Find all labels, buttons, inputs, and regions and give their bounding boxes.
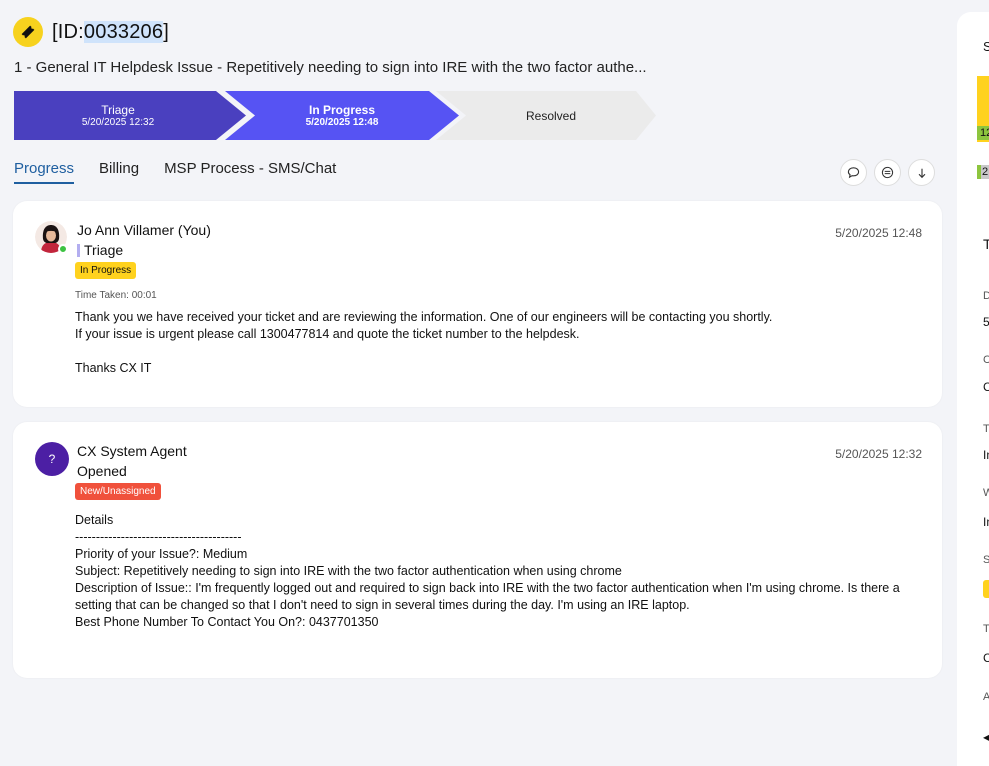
comment-icon [847, 167, 860, 179]
comment-button[interactable] [840, 159, 867, 186]
stage-name: In Progress [308, 102, 376, 117]
ticket-id: [ID:0033206] [52, 20, 169, 43]
panel-status-chip[interactable] [983, 580, 989, 598]
stage-date: 5/20/2025 12:48 [305, 116, 379, 128]
activity-card: Jo Ann Villamer (You) Triage In Progress… [13, 201, 942, 407]
panel-letter: C [983, 380, 989, 394]
panel-letter: In [983, 448, 989, 462]
panel-letter: S [983, 554, 989, 566]
toolbar [840, 159, 942, 186]
ticket-header: [ID:0033206] [13, 17, 169, 47]
avatar: ? [35, 442, 69, 476]
panel-letter: T [983, 623, 989, 635]
panel-green-marker [977, 165, 981, 179]
ticket-id-number: 0033206 [83, 20, 164, 43]
time-taken: Time Taken: 00:01 [75, 290, 157, 301]
panel-letter: C [983, 651, 989, 665]
tab-billing[interactable]: Billing [99, 160, 139, 184]
arrow-down-icon [918, 168, 925, 178]
panel-letter: 2 [982, 166, 989, 178]
entry-timestamp: 5/20/2025 12:48 [835, 226, 922, 240]
collapse-button[interactable] [874, 159, 901, 186]
entry-body: Thank you we have received your ticket a… [75, 310, 773, 375]
entry-author: CX System Agent [77, 443, 187, 459]
stage-in-progress[interactable]: In Progress 5/20/2025 12:48 [225, 91, 459, 140]
entry-stage: Triage [77, 242, 123, 258]
scroll-down-button[interactable] [908, 159, 935, 186]
tab-progress[interactable]: Progress [14, 160, 75, 184]
entry-stage: Opened [77, 463, 127, 479]
panel-letter: D [983, 290, 989, 302]
entry-timestamp: 5/20/2025 12:32 [835, 447, 922, 461]
activity-card: ? CX System Agent Opened New/Unassigned … [13, 422, 942, 678]
entry-author: Jo Ann Villamer (You) [77, 222, 211, 238]
details-panel: S 12 2 T D 5 C C T In W In S T C A ◂ [957, 12, 989, 766]
status-badge: In Progress [75, 262, 137, 279]
panel-letter: S [983, 39, 989, 54]
panel-letter: T [983, 236, 989, 252]
panel-letter: 12 [980, 127, 989, 139]
ticket-subtitle: 1 - General IT Helpdesk Issue - Repetiti… [14, 59, 647, 76]
ticket-icon [13, 17, 43, 47]
tab-msp-process[interactable]: MSP Process - SMS/Chat [164, 160, 336, 184]
panel-letter: In [983, 515, 989, 529]
panel-letter: A [983, 691, 989, 703]
entry-body: Details --------------------------------… [75, 513, 900, 629]
stage-resolved[interactable]: Resolved [436, 91, 656, 140]
stage-name: Resolved [525, 108, 577, 123]
stage-name: Triage [101, 102, 135, 117]
panel-letter: C [983, 354, 989, 366]
panel-letter: T [983, 423, 989, 435]
collapse-icon [881, 166, 894, 179]
status-badge: New/Unassigned [75, 483, 161, 500]
stage-triage[interactable]: Triage 5/20/2025 12:32 [14, 91, 246, 140]
panel-letter: 5 [983, 315, 989, 329]
online-status-dot [58, 244, 68, 254]
stage-progress: Triage 5/20/2025 12:32 In Progress 5/20/… [14, 91, 674, 140]
panel-arrow-icon[interactable]: ◂ [983, 730, 989, 744]
stage-date: 5/20/2025 12:32 [81, 116, 155, 128]
tab-bar: Progress Billing MSP Process - SMS/Chat [14, 160, 361, 184]
panel-letter: W [983, 487, 989, 499]
